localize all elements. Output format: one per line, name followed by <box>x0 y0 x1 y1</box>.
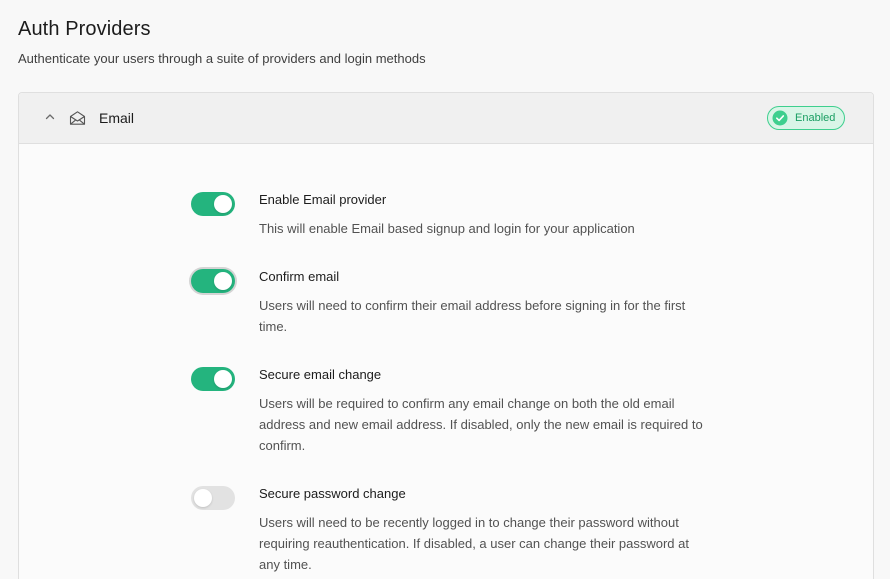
toggle-knob <box>194 489 212 507</box>
setting-label: Secure password change <box>259 486 406 501</box>
email-provider-panel: Email Enabled Enable Email provider This… <box>18 92 874 579</box>
setting-label: Confirm email <box>259 269 340 284</box>
status-badge: Enabled <box>767 106 846 130</box>
enable-email-provider-toggle[interactable] <box>191 192 235 216</box>
confirm-email-toggle[interactable] <box>191 269 235 293</box>
page-subtitle: Authenticate your users through a suite … <box>18 51 426 66</box>
toggle-knob <box>214 272 232 290</box>
status-badge-label: Enabled <box>795 112 836 124</box>
setting-description: Users will be required to confirm any em… <box>259 396 703 453</box>
setting-description: Users will need to be recently logged in… <box>259 515 689 572</box>
toggle-knob <box>214 370 232 388</box>
secure-password-change-toggle[interactable] <box>191 486 235 510</box>
mail-open-icon <box>69 111 86 125</box>
setting-description: Users will need to confirm their email a… <box>259 298 686 334</box>
provider-name: Email <box>99 110 135 126</box>
auth-providers-page: Auth Providers Authenticate your users t… <box>0 0 890 579</box>
page-title: Auth Providers <box>18 18 151 40</box>
setting-label: Enable Email provider <box>259 192 387 207</box>
check-circle-icon <box>772 110 788 126</box>
chevron-up-icon[interactable] <box>43 110 57 124</box>
secure-email-change-toggle[interactable] <box>191 367 235 391</box>
setting-label: Secure email change <box>259 367 382 382</box>
setting-description: This will enable Email based signup and … <box>259 221 635 236</box>
email-provider-header[interactable]: Email Enabled <box>19 93 873 144</box>
toggle-knob <box>214 195 232 213</box>
